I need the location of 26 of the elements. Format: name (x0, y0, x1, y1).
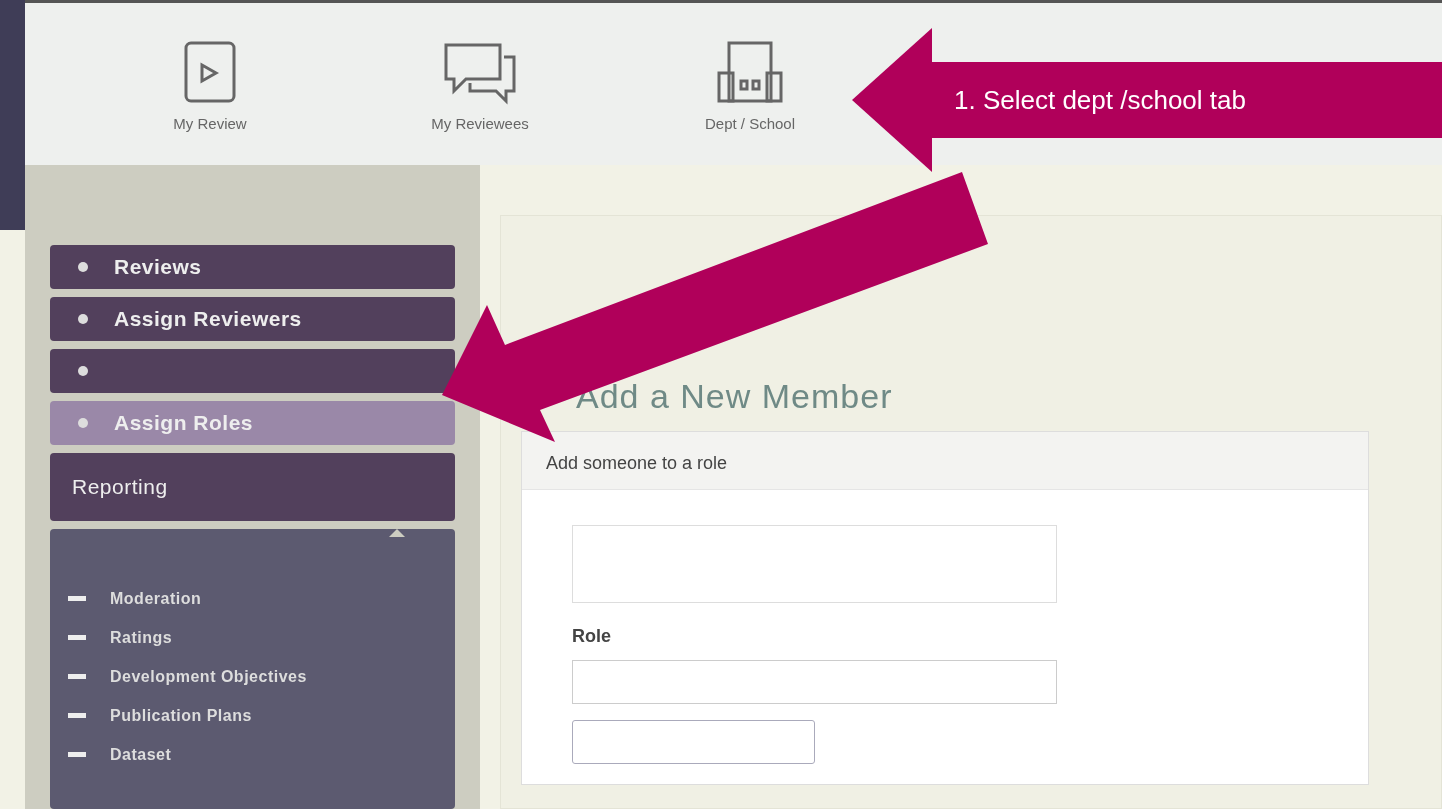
dash-icon (68, 752, 86, 757)
dash-icon (68, 596, 86, 601)
bullet-icon (78, 418, 88, 428)
sidebar-item[interactable] (50, 349, 455, 393)
card-header: Add someone to a role (522, 431, 1368, 490)
sidebar-item[interactable]: Assign Roles (50, 401, 455, 445)
sidebar-item[interactable]: Reviews (50, 245, 455, 289)
nav-tab[interactable]: Dept / School (700, 38, 800, 135)
dash-icon (68, 674, 86, 679)
submenu-item[interactable]: Ratings (50, 618, 455, 657)
sidebar-item[interactable]: Assign Reviewers (50, 297, 455, 341)
dash-icon (68, 713, 86, 718)
bullet-icon (78, 366, 88, 376)
submenu-item[interactable]: Publication Plans (50, 696, 455, 735)
dash-icon (68, 635, 86, 640)
select-field[interactable] (572, 659, 1057, 704)
bullet-icon (78, 262, 88, 272)
submenu-item[interactable]: Development Objectives (50, 657, 455, 696)
submenu-item[interactable]: Dataset (50, 735, 455, 774)
nav-tab[interactable]: My Reviewees (427, 38, 533, 135)
bullet-icon (78, 314, 88, 324)
nav-tab[interactable]: My Review (169, 38, 251, 135)
submenu-item[interactable]: Moderation (50, 579, 455, 618)
outline-button[interactable] (572, 719, 815, 764)
field-label: Role (572, 624, 612, 648)
input-field[interactable] (572, 524, 1057, 603)
